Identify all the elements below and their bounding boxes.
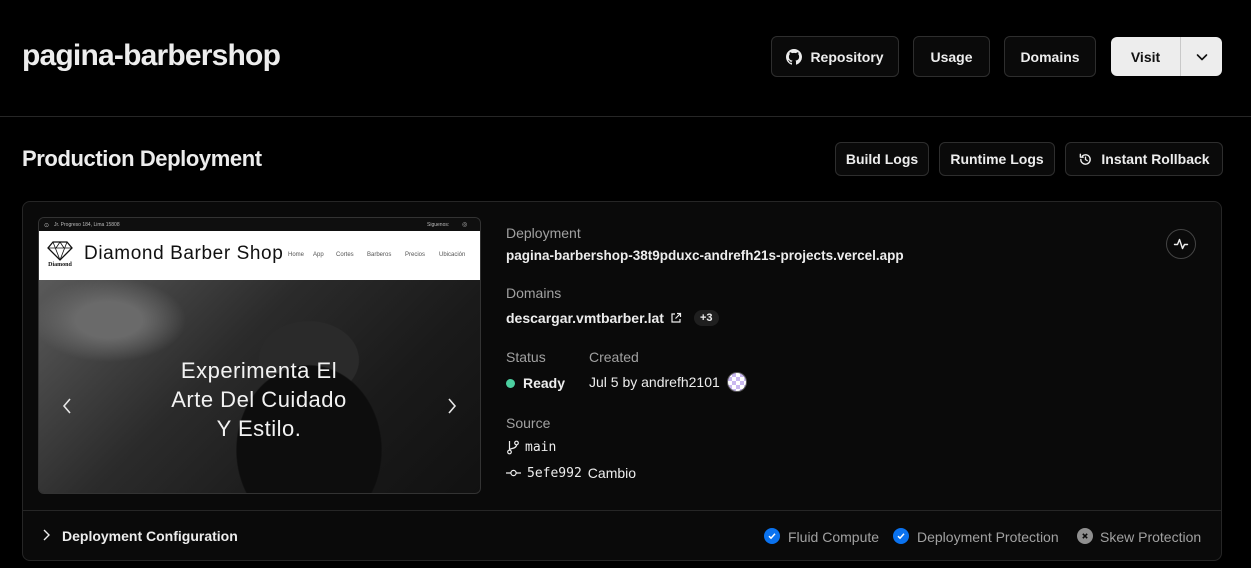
domains-label: Domains — [1020, 48, 1080, 65]
status-label: Status — [506, 349, 546, 365]
domain-row: descargar.vmtbarber.lat +3 — [506, 309, 719, 327]
skew-protection-x-icon — [1077, 528, 1093, 544]
git-branch-icon — [506, 440, 520, 455]
section-title: Production Deployment — [22, 146, 262, 171]
preview-follow-label: Siguenos: — [427, 222, 450, 228]
preview-nav-precios: Precios — [405, 252, 426, 258]
activity-icon — [1173, 236, 1189, 252]
preview-hero-text: Experimenta El Arte Del Cuidado Y Estilo… — [144, 356, 374, 443]
deployment-protection-label: Deployment Protection — [917, 529, 1059, 545]
domains-label: Domains — [506, 285, 562, 301]
branch-row: main — [506, 440, 556, 455]
domain-link[interactable]: descargar.vmtbarber.lat — [506, 309, 664, 327]
skew-protection-label: Skew Protection — [1100, 529, 1202, 545]
runtime-logs-label: Runtime Logs — [950, 151, 1044, 167]
logo-text: Diamond — [48, 262, 72, 268]
instagram-icon: ◎ — [462, 222, 468, 228]
branch-name[interactable]: main — [525, 440, 556, 455]
build-logs-label: Build Logs — [845, 151, 919, 167]
git-commit-icon — [506, 467, 521, 479]
header-divider — [0, 116, 1251, 117]
created-row: Jul 5 by andrefh2101 — [589, 372, 747, 392]
preview-address: Jr. Progreso 184, Lima 15808 — [54, 222, 120, 228]
preview-nav-barberos: Barberos — [367, 252, 392, 258]
deployment-protection-check-icon — [893, 528, 909, 544]
build-logs-button[interactable]: Build Logs — [835, 142, 929, 176]
chevron-down-icon — [1195, 50, 1209, 64]
carousel-prev-icon — [61, 396, 73, 421]
project-title: pagina-barbershop — [22, 39, 281, 72]
commit-hash[interactable]: 5efe992 — [527, 466, 582, 481]
hero-line-3: Y Estilo. — [216, 416, 302, 441]
preview-nav-cortes: Cortes — [336, 252, 354, 258]
hero-line-2: Arte Del Cuidado — [171, 387, 347, 412]
diamond-logo: Diamond — [45, 239, 75, 271]
commit-row: 5efe992 Cambio — [506, 464, 636, 482]
chevron-right-icon — [41, 528, 51, 547]
deployment-label: Deployment — [506, 225, 581, 241]
deployment-configuration-bar[interactable]: Deployment Configuration Fluid Compute D… — [23, 510, 1221, 560]
fluid-compute-label: Fluid Compute — [788, 529, 880, 545]
usage-button[interactable]: Usage — [913, 36, 990, 77]
external-link-icon — [670, 312, 682, 324]
repository-label: Repository — [810, 48, 884, 65]
domains-button[interactable]: Domains — [1004, 36, 1096, 77]
rollback-label: Instant Rollback — [1101, 151, 1210, 167]
created-label: Created — [589, 349, 639, 365]
github-icon — [786, 48, 803, 65]
preview-nav-app: App — [313, 252, 324, 258]
status-row: Ready — [506, 374, 565, 392]
repository-button[interactable]: Repository — [771, 36, 899, 77]
hero-line-1: Experimenta El — [180, 358, 338, 383]
avatar[interactable] — [726, 372, 747, 392]
status-dot-icon — [506, 378, 515, 388]
commit-message: Cambio — [587, 465, 637, 481]
rollback-icon — [1078, 152, 1093, 167]
instant-rollback-button[interactable]: Instant Rollback — [1065, 142, 1223, 176]
location-icon: ⊙ — [44, 223, 50, 229]
preview-nav-ubicacion: Ubicación — [439, 252, 466, 258]
preview-hero-image: Experimenta El Arte Del Cuidado Y Estilo… — [39, 280, 480, 493]
carousel-next-icon — [446, 396, 458, 421]
deployment-preview[interactable]: ⊙ Jr. Progreso 184, Lima 15808 Siguenos:… — [38, 217, 481, 494]
domain-extra-badge[interactable]: +3 — [693, 310, 719, 326]
preview-nav-home: Home — [288, 252, 305, 258]
visit-split-button: Visit — [1111, 37, 1222, 76]
status-value: Ready — [523, 375, 566, 391]
usage-label: Usage — [930, 48, 973, 65]
fluid-compute-check-icon — [764, 528, 780, 544]
activity-button[interactable] — [1166, 229, 1196, 259]
visit-button[interactable]: Visit — [1111, 37, 1181, 76]
runtime-logs-button[interactable]: Runtime Logs — [939, 142, 1055, 176]
preview-site-title: Diamond Barber Shop — [84, 243, 284, 264]
deployment-configuration-label: Deployment Configuration — [62, 528, 238, 544]
visit-label: Visit — [1130, 48, 1161, 65]
visit-dropdown-button[interactable] — [1181, 37, 1222, 76]
created-value: Jul 5 by andrefh2101 — [589, 374, 720, 390]
preview-topbar: ⊙ Jr. Progreso 184, Lima 15808 Siguenos:… — [39, 218, 480, 231]
source-label: Source — [506, 415, 551, 431]
preview-site-header: Diamond Diamond Barber Shop Home App Cor… — [39, 231, 480, 280]
deployment-url[interactable]: pagina-barbershop-38t9pduxc-andrefh21s-p… — [506, 247, 904, 265]
